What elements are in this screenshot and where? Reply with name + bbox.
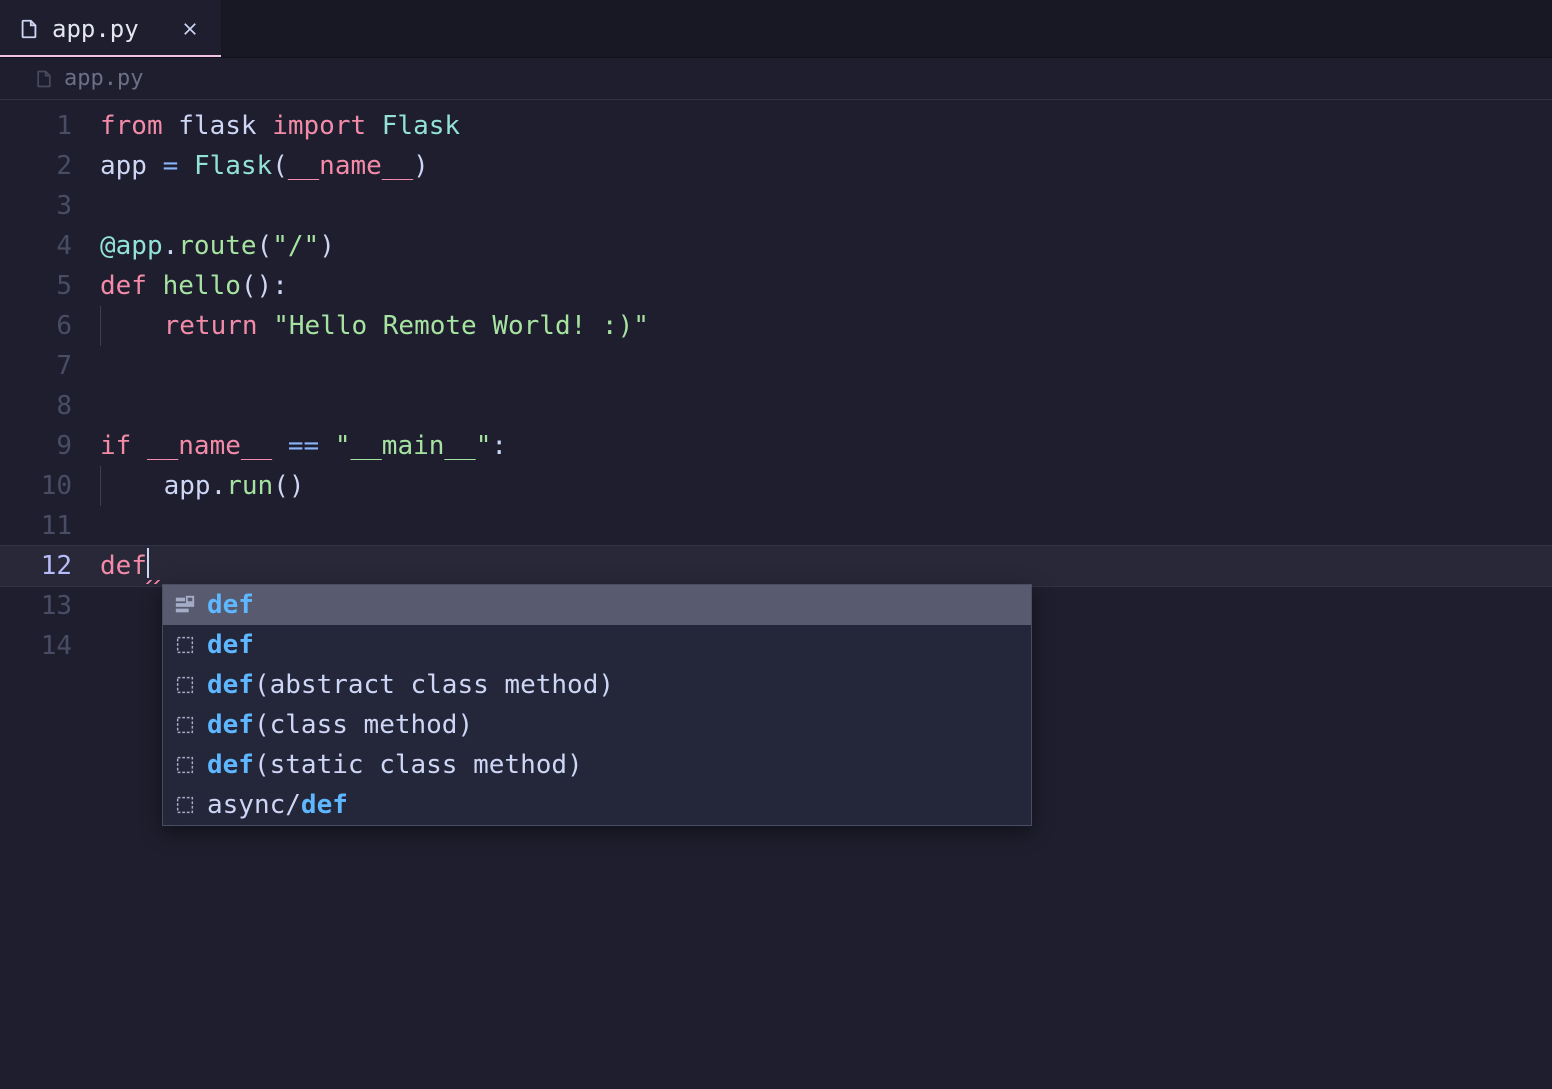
token: @app xyxy=(100,231,163,261)
line-number: 10 xyxy=(0,466,100,506)
code-line[interactable]: 4@app.route("/") xyxy=(0,226,1552,266)
code-line[interactable]: 10 app.run() xyxy=(0,466,1552,506)
line-number: 5 xyxy=(0,266,100,306)
code-line[interactable]: 2app = Flask(__name__) xyxy=(0,146,1552,186)
token: "__main__" xyxy=(335,431,492,461)
code-line[interactable]: 12def xyxy=(0,546,1552,586)
line-number: 13 xyxy=(0,586,100,626)
token: ) xyxy=(319,231,335,261)
suggestion-item[interactable]: def(class method) xyxy=(163,705,1031,745)
code-line[interactable]: 8 xyxy=(0,386,1552,426)
code-content[interactable]: return "Hello Remote World! :)" xyxy=(100,306,1552,346)
indent-guide xyxy=(100,306,101,346)
token: ( xyxy=(257,231,273,261)
token: if xyxy=(100,431,147,461)
code-content[interactable]: from flask import Flask xyxy=(100,106,1552,146)
suggestion-item[interactable]: def xyxy=(163,585,1031,625)
token: __name__ xyxy=(147,431,288,461)
token: = xyxy=(163,151,194,181)
close-icon[interactable] xyxy=(181,20,199,38)
code-content[interactable]: def hello(): xyxy=(100,266,1552,306)
suggestion-item[interactable]: async/def xyxy=(163,785,1031,825)
suggestion-label: def(static class method) xyxy=(207,745,583,785)
suggestion-label: def(abstract class method) xyxy=(207,665,614,705)
code-line[interactable]: 5def hello(): xyxy=(0,266,1552,306)
token: app xyxy=(164,471,211,501)
code-line[interactable]: 7 xyxy=(0,346,1552,386)
token: import xyxy=(272,111,382,141)
text-cursor xyxy=(147,548,149,578)
token: def xyxy=(100,551,147,581)
line-number: 3 xyxy=(0,186,100,226)
token: ) xyxy=(413,151,429,181)
token: Flask xyxy=(382,111,460,141)
token: app xyxy=(100,151,163,181)
code-content[interactable]: app.run() xyxy=(100,466,1552,506)
line-number: 2 xyxy=(0,146,100,186)
token: == xyxy=(288,431,335,461)
token: run xyxy=(226,471,273,501)
token: def xyxy=(100,271,163,301)
file-icon xyxy=(34,69,54,89)
indent-guide xyxy=(100,466,101,506)
suggestion-label: def(class method) xyxy=(207,705,473,745)
code-content[interactable]: app = Flask(__name__) xyxy=(100,146,1552,186)
line-number: 4 xyxy=(0,226,100,266)
line-number: 12 xyxy=(0,546,100,586)
snippet-icon xyxy=(173,753,197,777)
suggestion-label: def xyxy=(207,585,254,625)
breadcrumb-label: app.py xyxy=(64,66,143,91)
token: Flask xyxy=(194,151,272,181)
token: return xyxy=(164,311,274,341)
intellisense-popup[interactable]: defdefdef(abstract class method)def(clas… xyxy=(162,584,1032,826)
token: route xyxy=(178,231,256,261)
keyword-icon xyxy=(173,593,197,617)
token: hello xyxy=(163,271,241,301)
code-content[interactable]: if __name__ == "__main__": xyxy=(100,426,1552,466)
line-number: 14 xyxy=(0,626,100,666)
line-number: 7 xyxy=(0,346,100,386)
token: . xyxy=(163,231,179,261)
token: (): xyxy=(241,271,288,301)
file-icon xyxy=(18,18,40,40)
token: flask xyxy=(178,111,272,141)
line-number: 1 xyxy=(0,106,100,146)
token: () xyxy=(273,471,304,501)
snippet-icon xyxy=(173,713,197,737)
code-line[interactable]: 3 xyxy=(0,186,1552,226)
code-line[interactable]: 11 xyxy=(0,506,1552,546)
token: : xyxy=(491,431,507,461)
code-line[interactable]: 13defdefdef(abstract class method)def(cl… xyxy=(0,586,1552,626)
code-line[interactable]: 1from flask import Flask xyxy=(0,106,1552,146)
code-content[interactable]: @app.route("/") xyxy=(100,226,1552,266)
snippet-icon xyxy=(173,793,197,817)
suggestion-label: async/def xyxy=(207,785,348,825)
line-number: 6 xyxy=(0,306,100,346)
tab-app-py[interactable]: app.py xyxy=(0,0,221,57)
code-editor[interactable]: 1from flask import Flask2app = Flask(__n… xyxy=(0,100,1552,666)
snippet-icon xyxy=(173,633,197,657)
token: "/" xyxy=(272,231,319,261)
line-number: 11 xyxy=(0,506,100,546)
tab-label: app.py xyxy=(52,15,139,43)
code-content[interactable]: def xyxy=(100,546,1552,586)
token: from xyxy=(100,111,178,141)
line-number: 9 xyxy=(0,426,100,466)
breadcrumb[interactable]: app.py xyxy=(0,58,1552,100)
suggestion-label: def xyxy=(207,625,254,665)
code-line[interactable]: 9if __name__ == "__main__": xyxy=(0,426,1552,466)
token: ( xyxy=(272,151,288,181)
token: . xyxy=(211,471,227,501)
tab-bar: app.py xyxy=(0,0,1552,58)
code-line[interactable]: 6 return "Hello Remote World! :)" xyxy=(0,306,1552,346)
error-squiggle xyxy=(144,580,162,584)
suggestion-item[interactable]: def(abstract class method) xyxy=(163,665,1031,705)
suggestion-item[interactable]: def xyxy=(163,625,1031,665)
suggestion-item[interactable]: def(static class method) xyxy=(163,745,1031,785)
token: __name__ xyxy=(288,151,413,181)
snippet-icon xyxy=(173,673,197,697)
token: "Hello Remote World! :)" xyxy=(273,311,649,341)
line-number: 8 xyxy=(0,386,100,426)
